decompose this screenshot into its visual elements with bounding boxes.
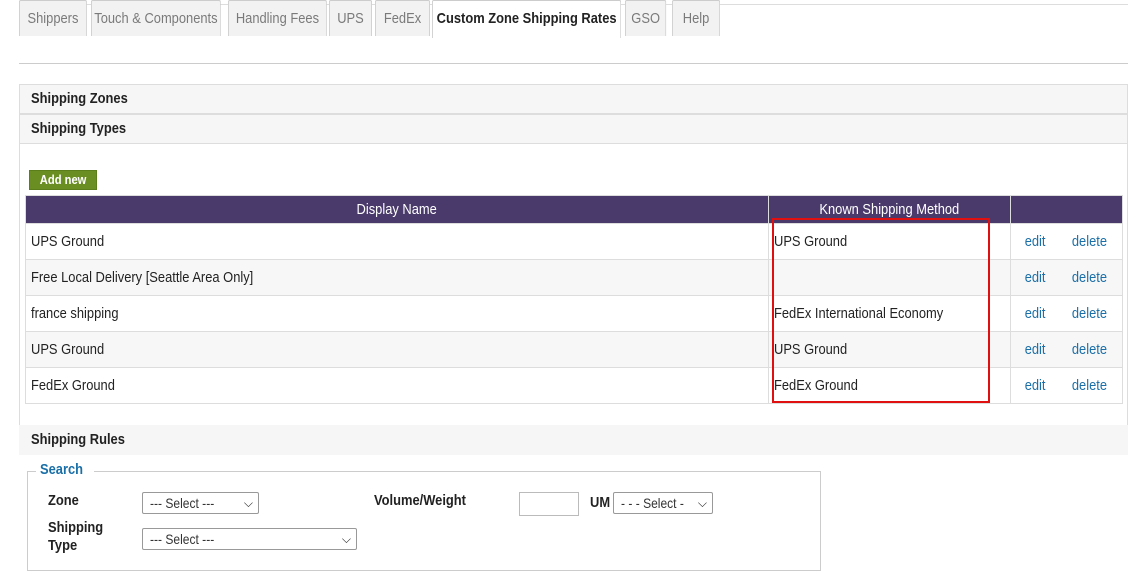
tab-custom-zone-shipping-rates[interactable]: Custom Zone Shipping Rates: [432, 0, 622, 38]
table-row: UPS Ground UPS Ground edit delete: [24, 223, 1123, 260]
search-legend: Search: [36, 461, 95, 478]
chevron-down-icon: ⌵: [243, 496, 253, 510]
delete-link[interactable]: delete: [1072, 305, 1107, 322]
tab-fedex[interactable]: FedEx: [375, 0, 431, 36]
section-shipping-rules[interactable]: Shipping Rules: [19, 425, 1128, 455]
tab-help[interactable]: Help: [672, 0, 721, 36]
add-new-button[interactable]: Add new: [29, 170, 98, 190]
display-name-cell: france shipping: [24, 295, 770, 332]
tab-touch-components[interactable]: Touch & Components: [91, 0, 221, 36]
display-name-cell: Free Local Delivery [Seattle Area Only]: [24, 259, 770, 296]
shipping-method-cell: FedEx Ground: [768, 367, 1012, 404]
zone-select[interactable]: --- Select --- ⌵: [142, 492, 259, 514]
um-label: UM: [590, 494, 611, 511]
shipping-method-cell: UPS Ground: [768, 223, 1012, 260]
display-name-cell: FedEx Ground: [24, 367, 770, 404]
shipping-type-select[interactable]: --- Select --- ⌵: [142, 528, 357, 550]
table-row: FedEx Ground FedEx Ground edit delete: [24, 367, 1123, 404]
volume-weight-input[interactable]: [519, 492, 579, 516]
zone-label: Zone: [48, 492, 79, 509]
edit-link[interactable]: edit: [1025, 233, 1046, 250]
table-row: UPS Ground UPS Ground edit delete: [24, 331, 1123, 368]
section-shipping-zones[interactable]: Shipping Zones: [19, 84, 1128, 114]
actions-cell: edit delete: [1010, 367, 1123, 404]
actions-cell: edit delete: [1010, 295, 1123, 332]
delete-link[interactable]: delete: [1072, 233, 1107, 250]
chevron-down-icon: ⌵: [697, 496, 707, 510]
shipping-method-cell: FedEx International Economy: [768, 295, 1012, 332]
edit-link[interactable]: edit: [1025, 377, 1046, 394]
section-shipping-types[interactable]: Shipping Types: [19, 114, 1128, 144]
table-row: france shipping FedEx International Econ…: [24, 295, 1123, 332]
section-title: Shipping Rules: [31, 431, 125, 448]
tab-handling-fees[interactable]: Handling Fees: [228, 0, 327, 36]
delete-link[interactable]: delete: [1072, 377, 1107, 394]
table-row: Free Local Delivery [Seattle Area Only] …: [24, 259, 1123, 296]
table-header-row: Display Name Known Shipping Method: [24, 195, 1123, 224]
actions-cell: edit delete: [1010, 259, 1123, 296]
section-title: Shipping Zones: [31, 90, 128, 107]
delete-link[interactable]: delete: [1072, 269, 1107, 286]
display-name-cell: UPS Ground: [24, 223, 770, 260]
edit-link[interactable]: edit: [1025, 305, 1046, 322]
edit-link[interactable]: edit: [1025, 341, 1046, 358]
delete-link[interactable]: delete: [1072, 341, 1107, 358]
tab-gso[interactable]: GSO: [625, 0, 667, 36]
actions-cell: edit delete: [1010, 223, 1123, 260]
column-header-actions: [1010, 195, 1123, 224]
edit-link[interactable]: edit: [1025, 269, 1046, 286]
actions-cell: edit delete: [1010, 331, 1123, 368]
shipping-types-table: Display Name Known Shipping Method UPS G…: [24, 195, 1123, 404]
search-fieldset: [27, 471, 821, 571]
column-header-display-name: Display Name: [24, 195, 770, 224]
column-header-known-shipping-method: Known Shipping Method: [768, 195, 1012, 224]
shipping-method-cell: UPS Ground: [768, 331, 1012, 368]
tabs-underline: [19, 63, 1128, 64]
volume-weight-label: Volume/Weight: [374, 492, 466, 509]
section-title: Shipping Types: [31, 120, 127, 137]
chevron-down-icon: ⌵: [341, 532, 351, 546]
tab-shippers[interactable]: Shippers: [19, 0, 87, 36]
um-select[interactable]: - - - Select - ⌵: [613, 492, 713, 514]
display-name-cell: UPS Ground: [24, 331, 770, 368]
shipping-method-cell: [768, 259, 1012, 296]
tab-ups[interactable]: UPS: [329, 0, 372, 36]
